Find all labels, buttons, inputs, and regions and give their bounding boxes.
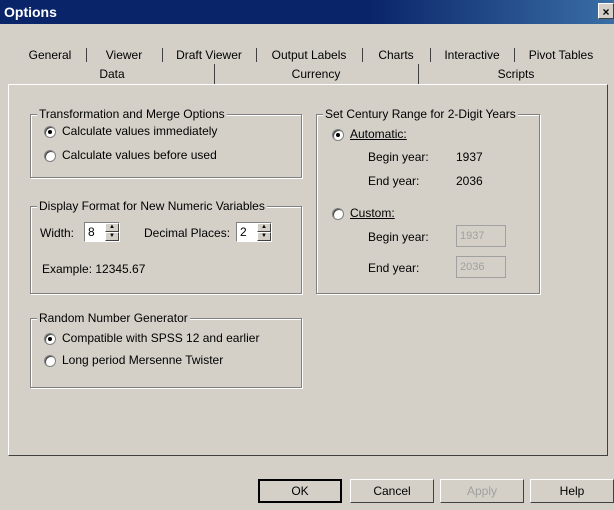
tab-interactive[interactable]: Interactive (430, 45, 514, 65)
spin-up-icon[interactable]: ▲ (105, 223, 119, 232)
tab-divider (362, 48, 363, 62)
radio-rng-spss12[interactable] (44, 333, 56, 345)
decimal-places-value: 2 (240, 225, 247, 239)
tab-scripts[interactable]: Scripts (418, 64, 614, 84)
tab-divider (162, 48, 163, 62)
decimal-places-label: Decimal Places: (144, 226, 231, 240)
help-button[interactable]: Help (530, 479, 614, 503)
century-range-group: Set Century Range for 2-Digit Years (316, 107, 540, 294)
rng-legend: Random Number Generator (37, 311, 190, 325)
tab-pivot-tables[interactable]: Pivot Tables (514, 45, 608, 65)
tab-data[interactable]: Data (10, 64, 214, 84)
spin-up-icon[interactable]: ▲ (257, 223, 271, 232)
tab-divider (256, 48, 257, 62)
spin-down-icon[interactable]: ▼ (257, 232, 271, 241)
automatic-label[interactable]: Automatic: (350, 127, 407, 141)
tab-viewer[interactable]: Viewer (86, 45, 162, 65)
custom-end-year-label: End year: (368, 261, 420, 275)
tab-divider (214, 64, 215, 84)
cancel-button[interactable]: Cancel (350, 479, 434, 503)
display-format-group: Display Format for New Numeric Variables (30, 199, 302, 294)
ok-button[interactable]: OK (258, 479, 342, 503)
century-range-legend: Set Century Range for 2-Digit Years (323, 107, 518, 121)
tab-currency[interactable]: Currency (214, 64, 418, 84)
rng-spss12-label[interactable]: Compatible with SPSS 12 and earlier (62, 331, 259, 345)
tab-divider (86, 48, 87, 62)
tab-charts[interactable]: Charts (362, 45, 430, 65)
width-label: Width: (40, 226, 75, 240)
rng-mersenne-label[interactable]: Long period Mersenne Twister (62, 353, 223, 367)
custom-end-year-input[interactable]: 2036 (456, 256, 506, 278)
title-bar: Options × (0, 0, 614, 24)
decimal-places-stepper[interactable]: 2 ▲ ▼ (236, 222, 272, 242)
auto-end-year-label: End year: (368, 174, 420, 188)
auto-begin-year-label: Begin year: (368, 150, 429, 164)
width-stepper[interactable]: 8 ▲ ▼ (84, 222, 120, 242)
tab-divider (430, 48, 431, 62)
radio-century-automatic[interactable] (332, 129, 344, 141)
auto-end-year-value: 2036 (456, 174, 483, 188)
radio-century-custom[interactable] (332, 208, 344, 220)
custom-begin-year-input[interactable]: 1937 (456, 225, 506, 247)
radio-calc-before-used[interactable] (44, 150, 56, 162)
tab-divider (418, 64, 419, 84)
transform-legend: Transformation and Merge Options (37, 107, 227, 121)
spin-down-icon[interactable]: ▼ (105, 232, 119, 241)
options-dialog: Options × General Viewer Draft Viewer Ou… (0, 0, 614, 510)
radio-calc-immediately[interactable] (44, 126, 56, 138)
display-format-legend: Display Format for New Numeric Variables (37, 199, 267, 213)
width-value: 8 (88, 225, 95, 239)
radio-rng-mersenne[interactable] (44, 355, 56, 367)
tab-draft-viewer[interactable]: Draft Viewer (162, 45, 256, 65)
custom-label[interactable]: Custom: (350, 206, 395, 220)
tab-general[interactable]: General (14, 45, 86, 65)
apply-button[interactable]: Apply (440, 479, 524, 503)
auto-begin-year-value: 1937 (456, 150, 483, 164)
tab-output-labels[interactable]: Output Labels (256, 45, 362, 65)
example-text: Example: 12345.67 (42, 262, 146, 276)
close-icon[interactable]: × (598, 3, 614, 19)
calc-immediately-label[interactable]: Calculate values immediately (62, 124, 217, 138)
calc-before-used-label[interactable]: Calculate values before used (62, 148, 217, 162)
window-title: Options (4, 4, 57, 20)
tab-divider (514, 48, 515, 62)
custom-begin-year-label: Begin year: (368, 230, 429, 244)
